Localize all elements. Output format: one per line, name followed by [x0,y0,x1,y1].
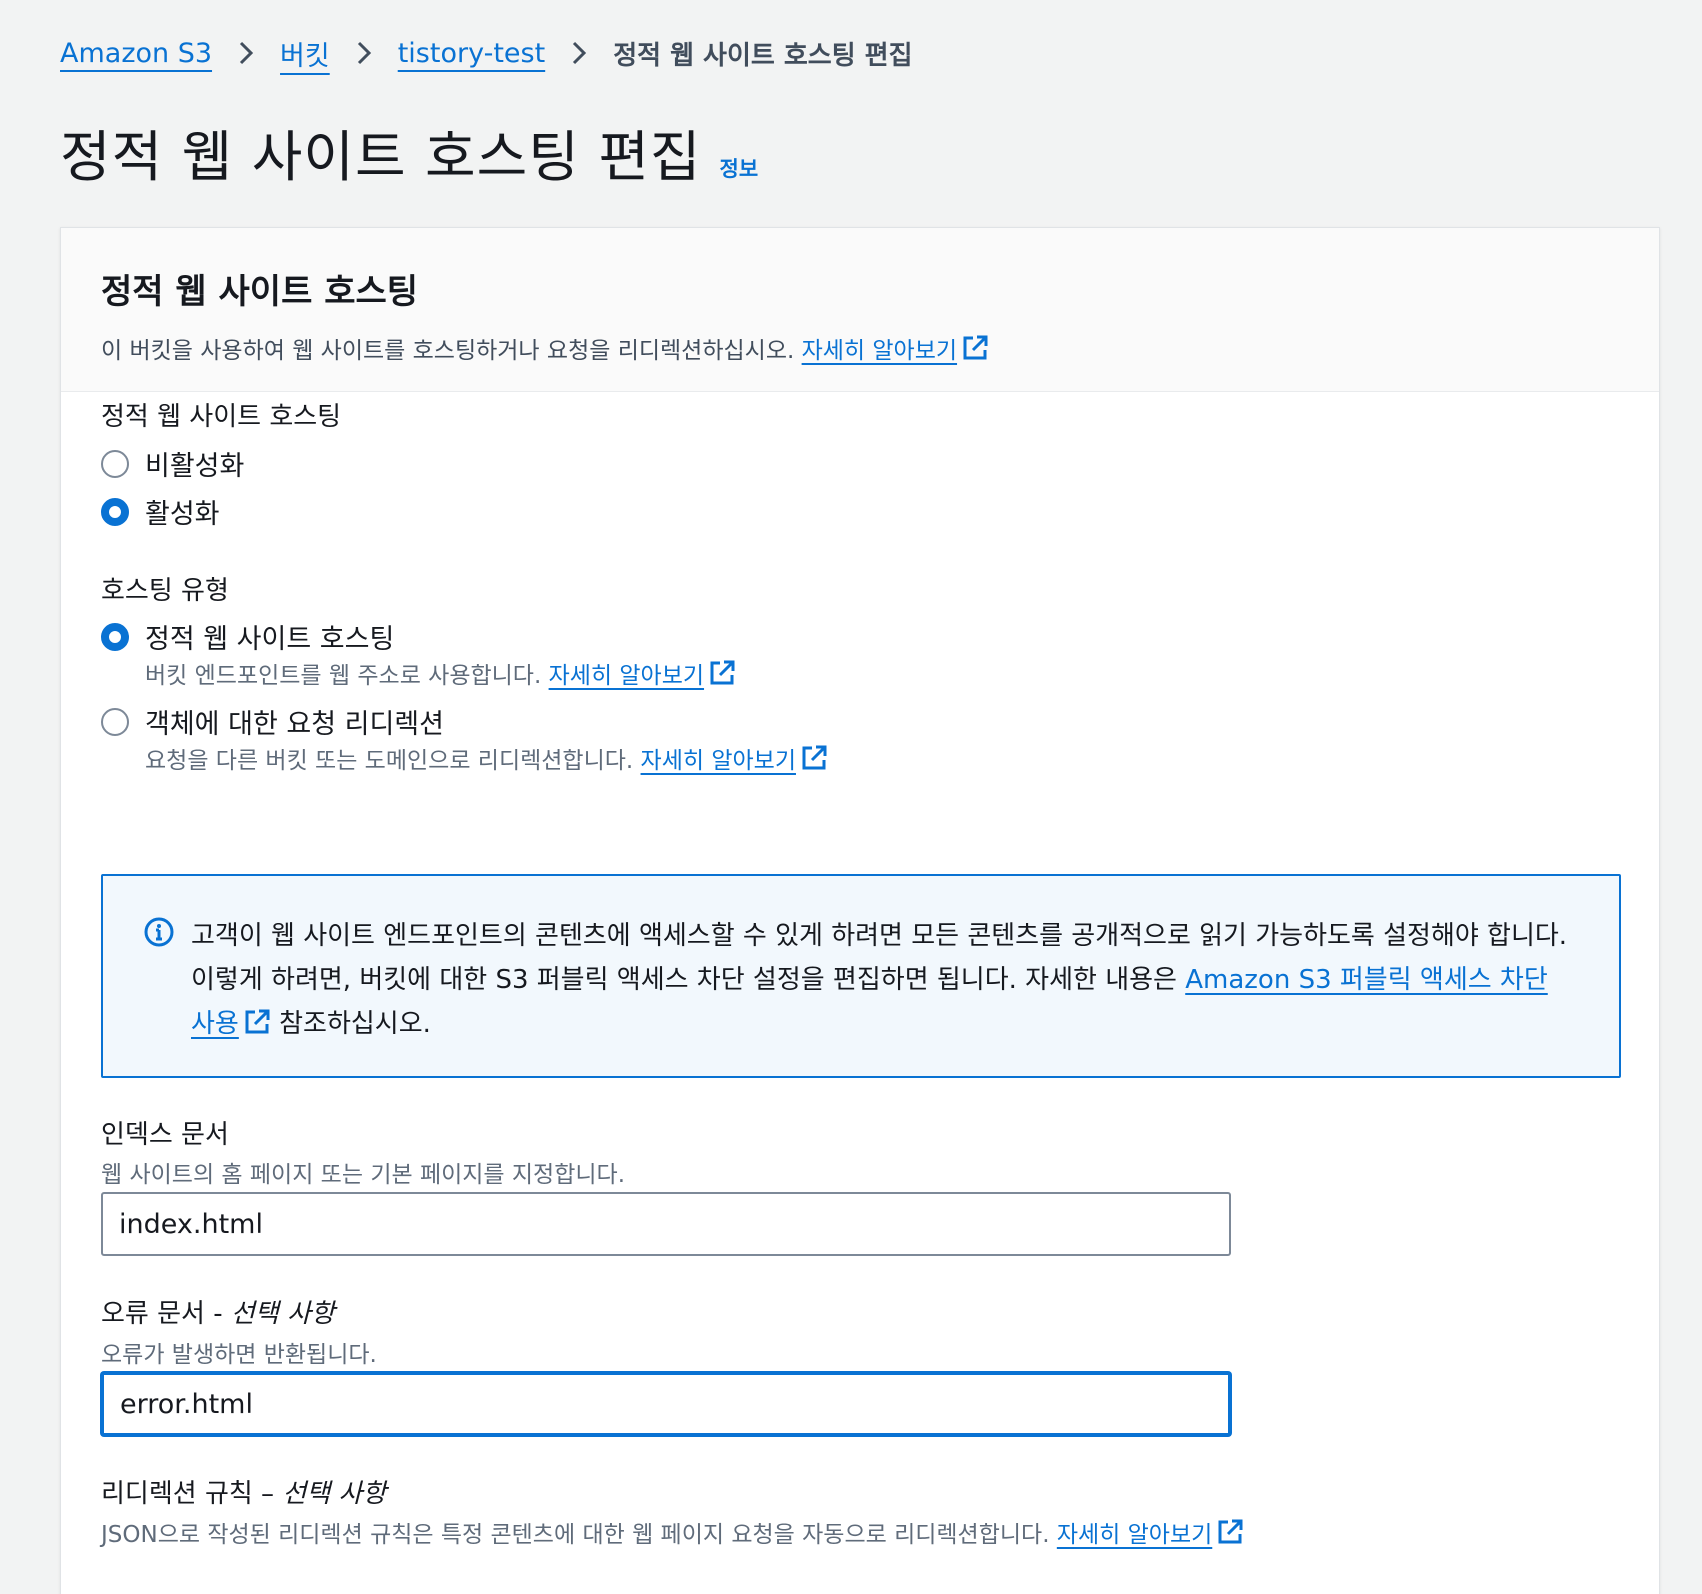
error-document-input[interactable] [101,1372,1231,1436]
chevron-right-icon [356,40,372,66]
info-link[interactable]: 정보 [720,153,759,183]
error-document-description: 오류가 발생하면 반환됩니다. [101,1342,377,1368]
chevron-right-icon [571,40,587,66]
radio-redirect-requests-description: 요청을 다른 버킷 또는 도메인으로 리디렉션합니다. 자세히 알아보기 [145,741,828,775]
alert-text-after: 참조하십시오. [270,1009,431,1039]
radio-redirect-requests-label: 객체에 대한 요청 리디렉션 [145,709,444,740]
radio-redirect-requests-control[interactable] [101,707,129,736]
radio-static-hosting-control[interactable] [101,622,129,651]
error-document-label-text: 오류 문서 - [101,1299,231,1329]
radio-static-hosting[interactable]: 정적 웹 사이트 호스팅 [101,617,394,656]
static-hosting-panel: 정적 웹 사이트 호스팅 이 버킷을 사용하여 웹 사이트를 호스팅하거나 요청… [60,227,1660,1594]
external-link-icon[interactable] [800,744,828,772]
panel-header: 정적 웹 사이트 호스팅 이 버킷을 사용하여 웹 사이트를 호스팅하거나 요청… [61,228,1659,392]
radio-redirect-requests-description-text: 요청을 다른 버킷 또는 도메인으로 리디렉션합니다. [145,748,634,774]
radio-disable-label: 비활성화 [145,451,245,482]
external-link-icon[interactable] [708,659,736,687]
radio-static-hosting-label: 정적 웹 사이트 호스팅 [145,624,395,655]
chevron-right-icon [238,40,254,66]
radio-disable[interactable]: 비활성화 [101,444,244,483]
alert-message: 고객이 웹 사이트 엔드포인트의 콘텐츠에 액세스할 수 있게 하려면 모든 콘… [191,914,1579,1076]
panel-title: 정적 웹 사이트 호스팅 [101,272,419,312]
radio-enable-control[interactable] [101,497,129,526]
learn-more-label: 자세히 알아보기 [1056,1522,1213,1548]
learn-more-link[interactable]: 자세히 알아보기 [802,338,957,364]
error-document-label: 오류 문서 - 선택 사항 [101,1293,335,1330]
radio-static-hosting-description-text: 버킷 엔드포인트를 웹 주소로 사용합니다. [145,663,542,689]
breadcrumb-current: 정적 웹 사이트 호스팅 편집 [613,40,913,71]
hosting-label: 정적 웹 사이트 호스팅 [101,402,342,432]
learn-more-label: 자세히 알아보기 [640,748,796,774]
learn-more-link[interactable]: 자세히 알아보기 [549,663,704,689]
learn-more-link[interactable]: 자세히 알아보기 [641,748,796,774]
optional-tag: 선택 사항 [230,1299,335,1329]
radio-enable-label: 활성화 [145,499,220,530]
redirect-rules-description-text: JSON으로 작성된 리디렉션 규칙은 특정 콘텐츠에 대한 웹 페이지 요청을… [101,1522,1050,1548]
external-link-icon[interactable] [1216,1518,1244,1546]
index-document-label: 인덱스 문서 [101,1120,229,1150]
index-document-description: 웹 사이트의 홈 페이지 또는 기본 페이지를 지정합니다. [101,1162,626,1188]
radio-static-hosting-description: 버킷 엔드포인트를 웹 주소로 사용합니다. 자세히 알아보기 [145,656,736,690]
learn-more-link[interactable]: 자세히 알아보기 [1057,1522,1212,1548]
redirect-rules-label: 리디렉션 규칙 – 선택 사항 [101,1473,386,1510]
panel-description-text: 이 버킷을 사용하여 웹 사이트를 호스팅하거나 요청을 리디렉션하십시오. [101,338,795,364]
panel-description: 이 버킷을 사용하여 웹 사이트를 호스팅하거나 요청을 리디렉션하십시오. 자… [101,331,1659,365]
breadcrumb-amazon-s3[interactable]: Amazon S3 [60,38,212,69]
radio-disable-control[interactable] [101,449,129,478]
redirect-rules-description: JSON으로 작성된 리디렉션 규칙은 특정 콘텐츠에 대한 웹 페이지 요청을… [101,1515,1244,1549]
info-circle-icon [143,916,175,1076]
breadcrumb-bucket-name[interactable]: tistory-test [398,38,545,69]
learn-more-label: 자세히 알아보기 [801,338,958,364]
redirect-rules-label-text: 리디렉션 규칙 – [101,1479,283,1509]
radio-enable[interactable]: 활성화 [101,492,220,531]
breadcrumb-buckets[interactable]: 버킷 [280,34,330,73]
index-document-input[interactable] [101,1192,1231,1256]
breadcrumb: Amazon S3 버킷 tistory-test 정적 웹 사이트 호스팅 편… [60,30,913,76]
external-link-icon[interactable] [961,334,989,362]
info-alert: 고객이 웹 사이트 엔드포인트의 콘텐츠에 액세스할 수 있게 하려면 모든 콘… [101,874,1621,1078]
page-title: 정적 웹 사이트 호스팅 편집 [60,125,702,189]
radio-redirect-requests[interactable]: 객체에 대한 요청 리디렉션 [101,702,444,741]
page-header: 정적 웹 사이트 호스팅 편집 정보 [60,112,758,192]
learn-more-label: 자세히 알아보기 [548,663,705,689]
optional-tag: 선택 사항 [282,1479,387,1509]
external-link-icon[interactable] [243,1008,271,1036]
hosting-type-label: 호스팅 유형 [101,576,229,606]
